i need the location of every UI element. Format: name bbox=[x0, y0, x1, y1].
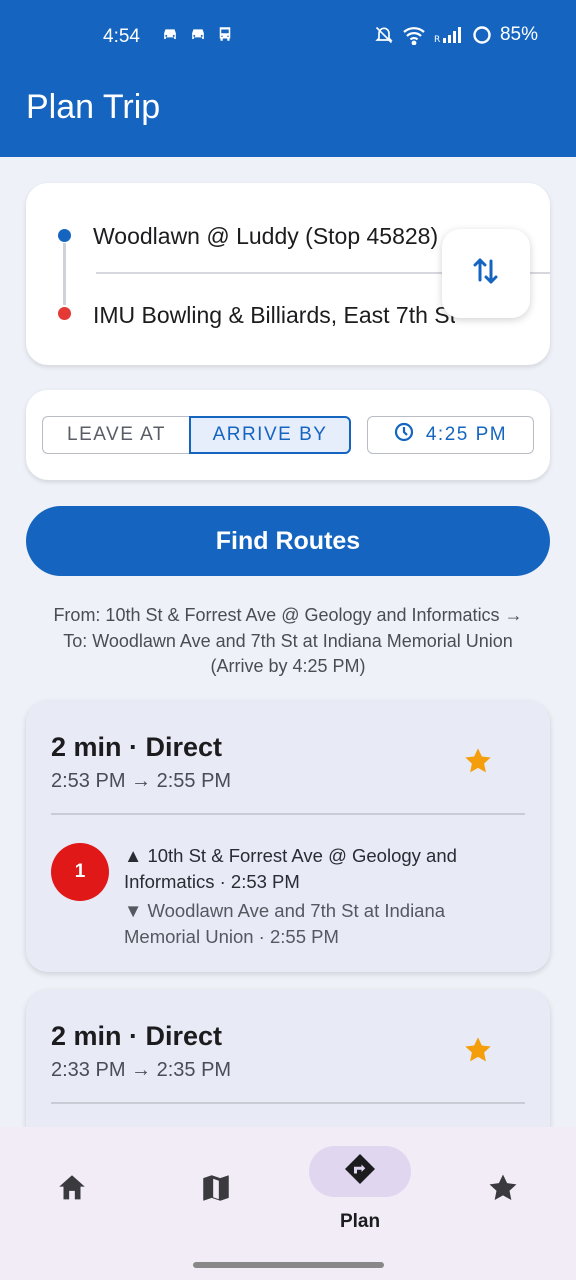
route-divider bbox=[51, 813, 525, 815]
nav-plan-label: Plan bbox=[339, 1211, 381, 1232]
trip-summary: From: 10th St & Forrest Ave @ Geology an… bbox=[0, 603, 576, 680]
battery-icon bbox=[472, 25, 492, 45]
arrive-by-toggle[interactable]: ARRIVE BY bbox=[189, 416, 351, 454]
origin-dot bbox=[58, 229, 71, 242]
trip-locations-card: Woodlawn @ Luddy (Stop 45828) IMU Bowlin… bbox=[26, 183, 550, 365]
leave-at-toggle[interactable]: LEAVE AT bbox=[42, 416, 190, 454]
battery-percent: 85% bbox=[499, 24, 538, 45]
route-title: 2 min · Direct bbox=[51, 1021, 223, 1051]
mute-icon bbox=[374, 25, 394, 45]
time-options-card: LEAVE AT ARRIVE BY 4:25 PM bbox=[26, 390, 550, 480]
nav-home[interactable] bbox=[40, 1171, 104, 1210]
boarding-stop: ▲ 10th St & Forrest Ave @ Geology and In… bbox=[124, 845, 457, 892]
wifi-icon bbox=[402, 25, 426, 45]
favorite-star-icon[interactable] bbox=[462, 745, 494, 782]
origin-field[interactable]: Woodlawn @ Luddy (Stop 45828) bbox=[93, 223, 455, 250]
star-icon bbox=[486, 1171, 520, 1210]
signal-icon: R bbox=[434, 25, 464, 45]
destination-dot bbox=[58, 307, 71, 320]
route-card[interactable]: 2 min · Direct 2:53 PM → 2:55 PM 1 ▲ 10t… bbox=[26, 701, 550, 972]
gesture-home-indicator[interactable] bbox=[193, 1262, 384, 1268]
summary-arrive: (Arrive by 4:25 PM) bbox=[210, 656, 366, 676]
route-times: 2:53 PM → 2:55 PM bbox=[51, 770, 232, 792]
destination-field[interactable]: IMU Bowling & Billiards, East 7th Street bbox=[93, 302, 455, 329]
nav-active-indicator bbox=[309, 1146, 411, 1197]
map-icon bbox=[199, 1171, 233, 1210]
page-title: Plan Trip bbox=[26, 88, 161, 126]
summary-to: To: Woodlawn Ave and 7th St at Indiana M… bbox=[63, 630, 513, 651]
find-routes-button[interactable]: Find Routes bbox=[26, 506, 550, 576]
selected-time: 4:25 PM bbox=[425, 424, 508, 445]
car-notification-icon bbox=[188, 24, 208, 44]
svg-text:R: R bbox=[434, 35, 440, 45]
nav-plan[interactable]: Plan bbox=[309, 1146, 411, 1233]
status-bar: 4:54 R 85% bbox=[0, 22, 576, 52]
app-header: 4:54 R 85% Plan Trip bbox=[0, 0, 576, 157]
route-connector bbox=[63, 243, 66, 305]
directions-icon bbox=[342, 1151, 378, 1192]
swap-vertical-icon bbox=[471, 254, 501, 293]
clock-icon bbox=[394, 422, 414, 448]
summary-from: From: 10th St & Forrest Ave @ Geology an… bbox=[53, 605, 523, 625]
bus-notification-icon bbox=[216, 24, 234, 44]
time-picker-button[interactable]: 4:25 PM bbox=[367, 416, 534, 454]
bus-line-badge: 1 bbox=[51, 843, 109, 901]
nav-map[interactable] bbox=[184, 1171, 248, 1210]
nav-favorites[interactable] bbox=[471, 1171, 535, 1210]
alighting-stop: ▼ Woodlawn Ave and 7th St at Indiana Mem… bbox=[124, 900, 446, 947]
route-divider bbox=[51, 1102, 525, 1104]
home-icon bbox=[55, 1171, 89, 1210]
car-notification-icon bbox=[160, 24, 180, 44]
route-times: 2:33 PM → 2:35 PM bbox=[51, 1059, 232, 1081]
swap-locations-button[interactable] bbox=[442, 229, 530, 318]
status-time: 4:54 bbox=[103, 26, 140, 47]
route-title: 2 min · Direct bbox=[51, 732, 223, 762]
bottom-navigation: Plan bbox=[0, 1127, 576, 1280]
favorite-star-icon[interactable] bbox=[462, 1034, 494, 1071]
